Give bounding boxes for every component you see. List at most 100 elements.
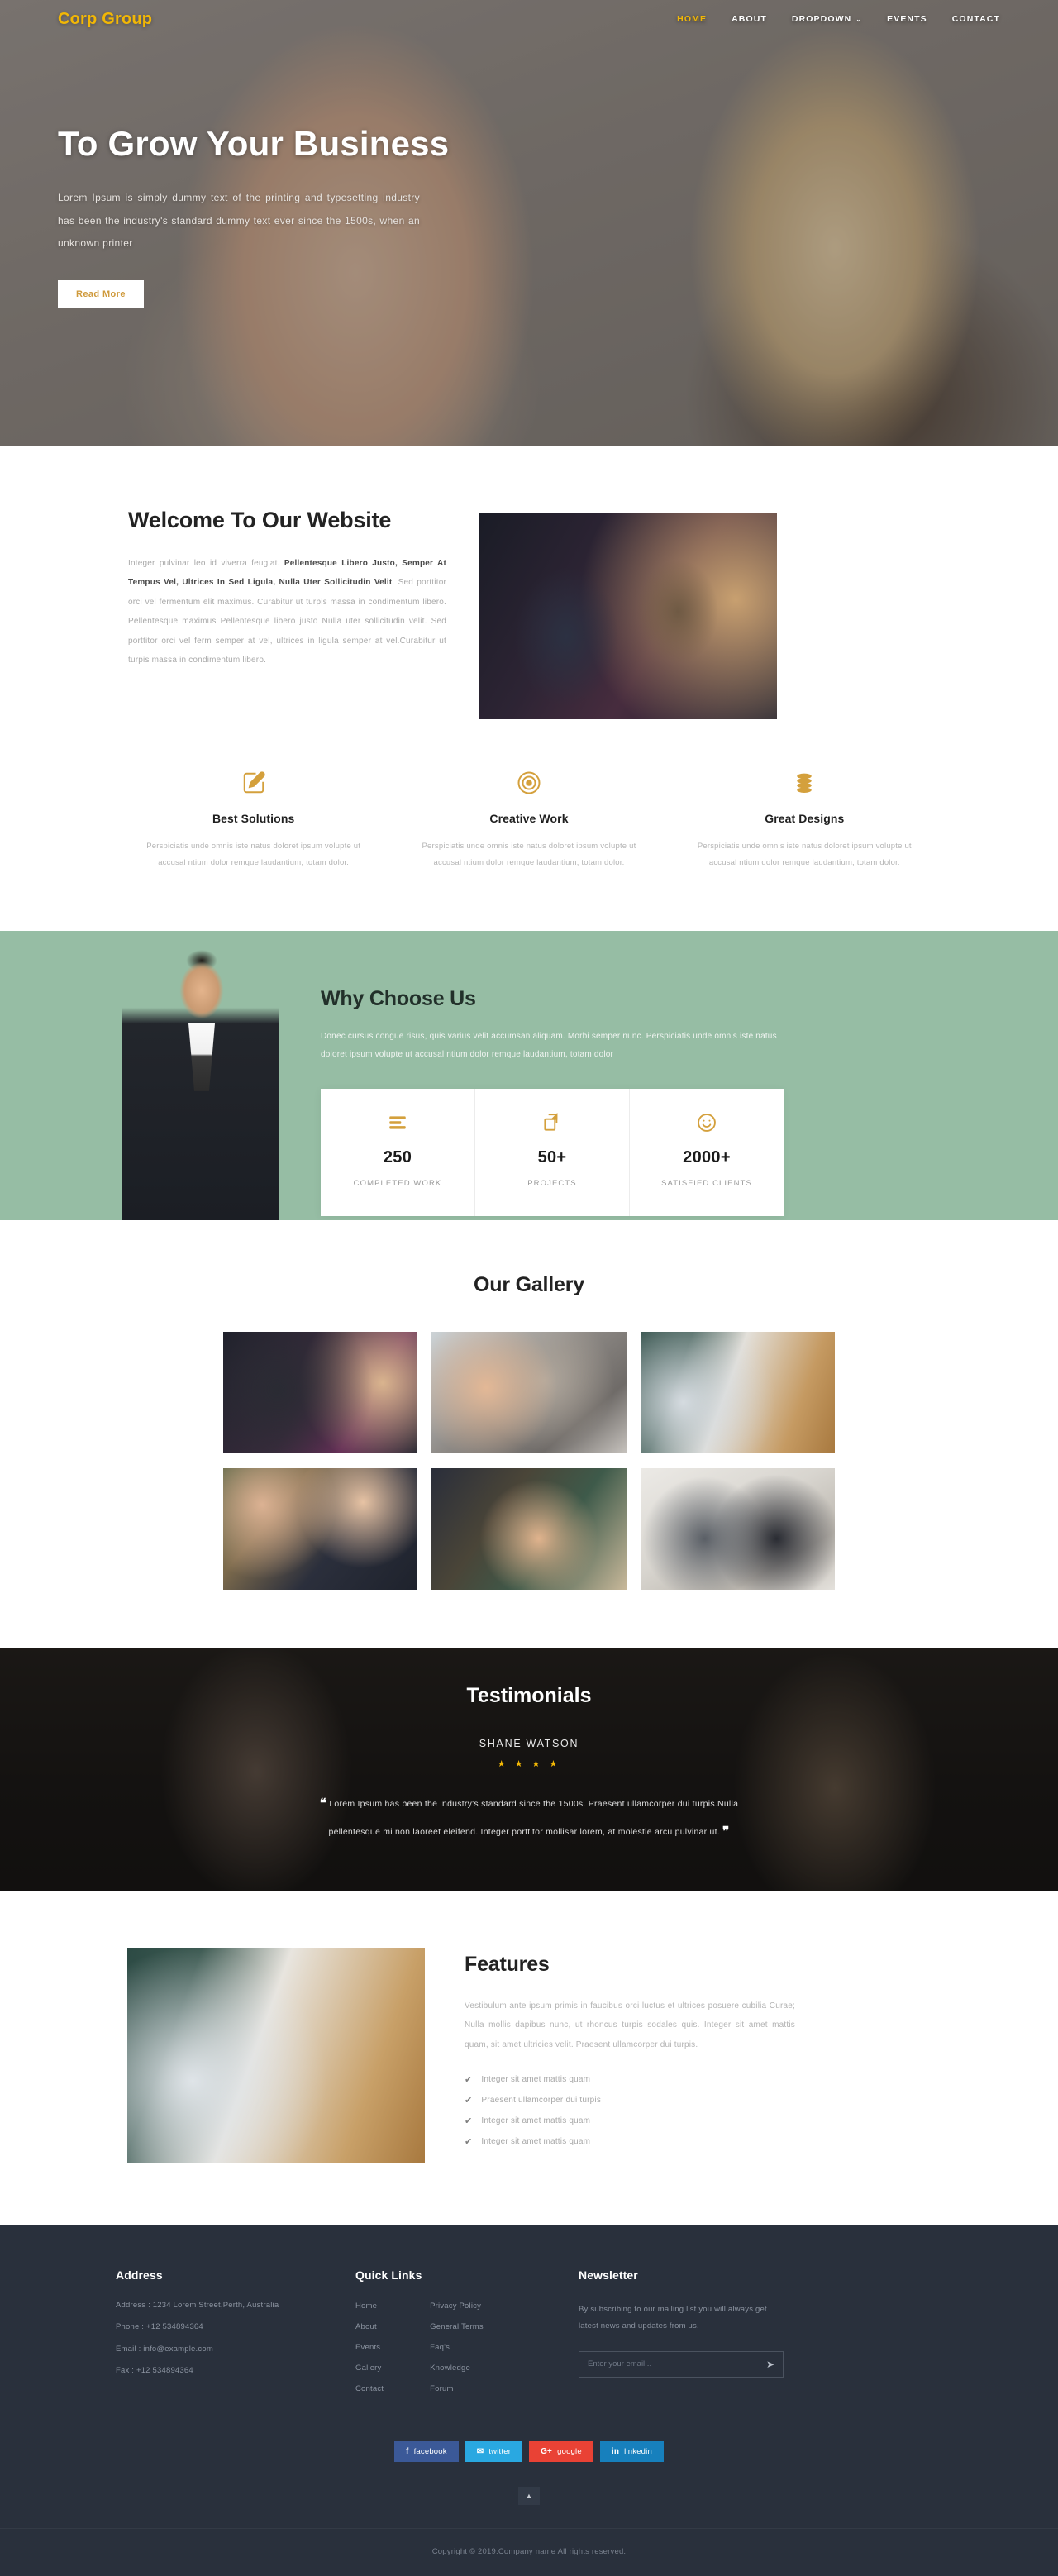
footer-link-knowledge[interactable]: Knowledge xyxy=(430,2364,484,2373)
businessman-photo xyxy=(122,947,279,1220)
footer-address-title: Address xyxy=(116,2268,163,2282)
star-rating: ★ ★ ★ ★ xyxy=(497,1758,561,1769)
welcome-wrap: Welcome To Our Website Integer pulvinar … xyxy=(116,506,942,719)
feature-list-item: ✔ Integer sit amet mattis quam xyxy=(465,2116,795,2126)
footer-link-faqs[interactable]: Faq's xyxy=(430,2343,484,2352)
gallery-item[interactable] xyxy=(223,1467,418,1590)
social-label-twitter: twitter xyxy=(488,2446,512,2456)
google-icon: G+ xyxy=(541,2446,553,2456)
target-icon xyxy=(412,769,645,797)
footer-phone-line: Phone : +12 534894364 xyxy=(116,2322,203,2332)
list-bars-icon xyxy=(329,1110,466,1135)
footer-columns: Address Address : 1234 Lorem Street,Pert… xyxy=(116,2268,942,2405)
service-desc: Perspiciatis unde omnis iste natus dolor… xyxy=(146,842,361,867)
hero-description: Lorem Ipsum is simply dummy text of the … xyxy=(58,192,420,250)
testimonial-author-name: SHANE WATSON xyxy=(479,1737,579,1749)
stats-card-group: 250 COMPLETED WORK 50+ PROJECTS 2000+ SA… xyxy=(321,1088,784,1216)
service-card-best-solutions: Best Solutions Perspiciatis unde omnis i… xyxy=(116,769,391,871)
footer-link-about[interactable]: About xyxy=(355,2322,384,2331)
testimonials-content: Testimonials SHANE WATSON ★ ★ ★ ★ ❝ Lore… xyxy=(0,1648,1058,1846)
footer-link-home[interactable]: Home xyxy=(355,2302,384,2311)
coins-stack-icon xyxy=(689,769,921,797)
nav-item-home[interactable]: HOME xyxy=(677,14,707,24)
gallery-item[interactable] xyxy=(431,1331,627,1453)
footer-links-col-2: Privacy Policy General Terms Faq's Knowl… xyxy=(430,2302,484,2405)
gallery-grid xyxy=(223,1331,835,1590)
welcome-paragraph: Integer pulvinar leo id viverra feugiat.… xyxy=(128,554,446,670)
feature-item-label: Praesent ullamcorper dui turpis xyxy=(481,2096,602,2106)
services-row: Best Solutions Perspiciatis unde omnis i… xyxy=(116,769,942,871)
footer-newsletter-column: Newsletter By subscribing to our mailing… xyxy=(579,2268,942,2405)
gallery-section: Our Gallery xyxy=(0,1219,1058,1648)
gallery-item[interactable] xyxy=(640,1467,835,1590)
nav-label-contact: CONTACT xyxy=(951,14,1000,24)
social-label-google: google xyxy=(557,2446,582,2456)
service-title: Great Designs xyxy=(765,812,845,825)
footer-link-events[interactable]: Events xyxy=(355,2343,384,2352)
footer-link-privacy-policy[interactable]: Privacy Policy xyxy=(430,2302,484,2311)
service-title: Creative Work xyxy=(489,812,569,825)
footer-quick-links-column: Quick Links Home About Events Gallery Co… xyxy=(355,2268,579,2405)
services-section: Best Solutions Perspiciatis unde omnis i… xyxy=(0,719,1058,931)
nav-item-events[interactable]: EVENTS xyxy=(887,14,927,24)
footer-address-line: Address : 1234 Lorem Street,Perth, Austr… xyxy=(116,2300,279,2310)
footer-link-gallery[interactable]: Gallery xyxy=(355,2364,384,2373)
site-footer: Address Address : 1234 Lorem Street,Pert… xyxy=(0,2225,1058,2576)
social-label-linkedin: linkedin xyxy=(624,2446,652,2456)
close-quote-icon: ❞ xyxy=(722,1824,730,1839)
features-image xyxy=(127,1947,425,2163)
smiley-face-icon xyxy=(638,1110,775,1135)
gallery-item[interactable] xyxy=(431,1467,627,1590)
welcome-rest-text: . Sed porttitor orci vel fermentum elit … xyxy=(128,578,446,665)
copy-layers-icon xyxy=(484,1110,621,1135)
nav-label-home: HOME xyxy=(677,14,708,24)
service-card-creative-work: Creative Work Perspiciatis unde omnis is… xyxy=(391,769,666,871)
hero-title: To Grow Your Business xyxy=(58,124,450,163)
send-paper-plane-icon[interactable]: ➤ xyxy=(766,2359,774,2370)
scroll-to-top-button[interactable]: ▲ xyxy=(518,2486,540,2505)
nav-label-dropdown: DROPDOWN xyxy=(791,14,852,24)
open-quote-icon: ❝ xyxy=(319,1796,327,1810)
nav-item-dropdown[interactable]: DROPDOWN ⌄ xyxy=(792,14,862,24)
gallery-item[interactable] xyxy=(640,1331,835,1453)
gallery-item[interactable] xyxy=(223,1331,418,1453)
stat-completed-work: 250 COMPLETED WORK xyxy=(321,1088,475,1216)
social-label-facebook: facebook xyxy=(413,2446,447,2456)
read-more-button[interactable]: Read More xyxy=(58,279,144,308)
footer-fax-line: Fax : +12 534894364 xyxy=(116,2366,193,2376)
welcome-text-column: Welcome To Our Website Integer pulvinar … xyxy=(116,506,446,670)
why-text-column: Why Choose Us Donec cursus congue risus,… xyxy=(306,931,959,1220)
check-icon: ✔ xyxy=(465,2116,473,2127)
stat-satisfied-clients: 2000+ SATISFIED CLIENTS xyxy=(630,1089,784,1216)
newsletter-form: ➤ xyxy=(579,2350,784,2378)
footer-link-general-terms[interactable]: General Terms xyxy=(430,2322,484,2331)
features-title: Features xyxy=(465,1952,550,1976)
newsletter-email-input[interactable] xyxy=(588,2359,766,2369)
hero-content: To Grow Your Business Lorem Ipsum is sim… xyxy=(58,0,1000,308)
stat-number: 50+ xyxy=(537,1147,567,1166)
social-button-linkedin[interactable]: in linkedin xyxy=(599,2440,664,2462)
stat-projects: 50+ PROJECTS xyxy=(475,1088,630,1216)
service-desc: Perspiciatis unde omnis iste natus dolor… xyxy=(422,842,636,867)
stat-number: 2000+ xyxy=(683,1147,731,1166)
chevron-down-icon: ⌄ xyxy=(855,15,863,23)
footer-link-contact[interactable]: Contact xyxy=(355,2384,384,2393)
footer-links-col-1: Home About Events Gallery Contact xyxy=(355,2302,384,2405)
feature-list-item: ✔ Integer sit amet mattis quam xyxy=(465,2136,795,2147)
nav-label-about: ABOUT xyxy=(732,14,767,24)
social-button-facebook[interactable]: f facebook xyxy=(394,2440,459,2462)
nav-item-about[interactable]: ABOUT xyxy=(732,14,767,24)
facebook-icon: f xyxy=(406,2446,409,2456)
social-button-google[interactable]: G+ google xyxy=(529,2440,593,2462)
footer-link-forum[interactable]: Forum xyxy=(430,2384,484,2393)
why-choose-us-section: Why Choose Us Donec cursus congue risus,… xyxy=(0,930,1058,1220)
feature-list-item: ✔ Integer sit amet mattis quam xyxy=(465,2074,795,2085)
check-icon: ✔ xyxy=(465,2096,473,2106)
feature-item-label: Integer sit amet mattis quam xyxy=(481,2075,591,2085)
service-desc: Perspiciatis unde omnis iste natus dolor… xyxy=(697,842,912,867)
site-logo[interactable]: Corp Group xyxy=(58,10,152,29)
copyright-text: Copyright © 2019.Company name All rights… xyxy=(0,2527,1058,2576)
stat-label: COMPLETED WORK xyxy=(353,1178,442,1188)
nav-item-contact[interactable]: CONTACT xyxy=(952,14,1000,24)
social-button-twitter[interactable]: ✉ twitter xyxy=(465,2440,523,2462)
